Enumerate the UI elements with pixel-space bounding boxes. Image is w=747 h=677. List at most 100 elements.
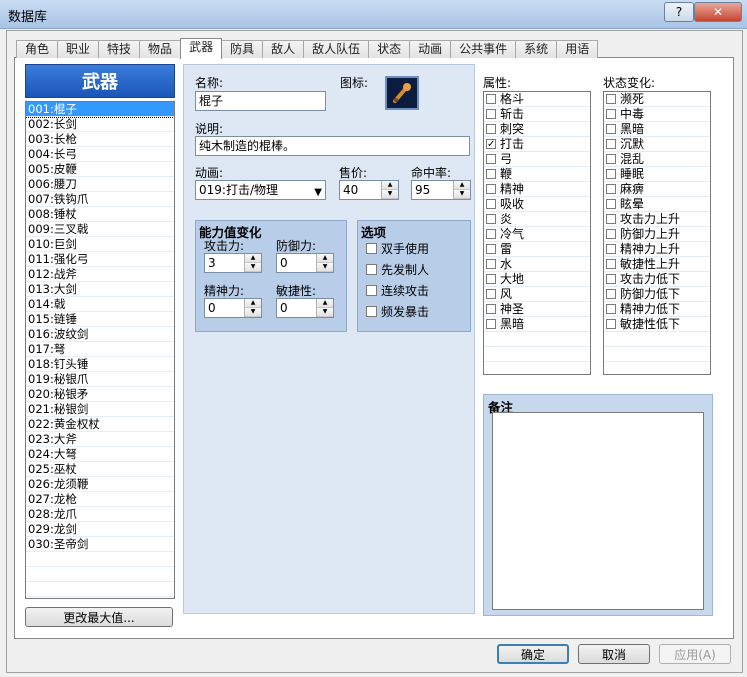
list-item[interactable]: 029:龙剑	[26, 522, 174, 537]
tab-4[interactable]: 武器	[180, 38, 223, 59]
list-item[interactable]: 004:长弓	[26, 147, 174, 162]
list-item[interactable]: 024:大弩	[26, 447, 174, 462]
check-list-item[interactable]: 黑暗	[604, 122, 710, 137]
checkbox-icon[interactable]	[606, 199, 616, 209]
spin-down-icon[interactable]: ▼	[317, 308, 333, 317]
checkbox-icon[interactable]	[606, 304, 616, 314]
tab-8[interactable]: 状态	[368, 40, 411, 58]
checkbox-icon[interactable]	[606, 154, 616, 164]
list-item[interactable]: 016:波纹剑	[26, 327, 174, 342]
list-item[interactable]: 020:秘银矛	[26, 387, 174, 402]
list-item[interactable]: 001:棍子	[26, 102, 174, 118]
tab-10[interactable]: 公共事件	[450, 40, 517, 58]
checkbox-icon[interactable]	[606, 319, 616, 329]
checkbox-icon[interactable]	[486, 184, 496, 194]
list-item[interactable]: 012:战斧	[26, 267, 174, 282]
checkbox-icon[interactable]	[486, 244, 496, 254]
checkbox-icon[interactable]	[486, 229, 496, 239]
checkbox-icon[interactable]	[486, 94, 496, 104]
option-checkbox[interactable]: 双手使用	[366, 240, 466, 256]
checkbox-icon[interactable]	[366, 242, 377, 254]
close-button[interactable]: ✕	[694, 2, 742, 22]
ok-button[interactable]: 确定	[497, 644, 569, 664]
list-item[interactable]: 008:锤杖	[26, 207, 174, 222]
checkbox-icon[interactable]	[606, 109, 616, 119]
list-item[interactable]: 006:腰刀	[26, 177, 174, 192]
list-item[interactable]: 005:皮鞭	[26, 162, 174, 177]
list-item[interactable]: 003:长枪	[26, 132, 174, 147]
check-list-item[interactable]: 精神力上升	[604, 242, 710, 257]
change-max-button[interactable]: 更改最大值...	[25, 607, 173, 627]
check-list-item[interactable]: 神圣	[484, 302, 590, 317]
check-list-item[interactable]: 攻击力上升	[604, 212, 710, 227]
apply-button[interactable]: 应用(A)	[659, 644, 731, 664]
tab-12[interactable]: 用语	[556, 40, 599, 58]
tab-11[interactable]: 系统	[515, 40, 558, 58]
check-list-item[interactable]: 风	[484, 287, 590, 302]
list-item[interactable]: 018:钉头锤	[26, 357, 174, 372]
check-list-item[interactable]: 斩击	[484, 107, 590, 122]
check-list-item[interactable]: 格斗	[484, 92, 590, 107]
list-item[interactable]: 027:龙枪	[26, 492, 174, 507]
spin-down-icon[interactable]: ▼	[245, 308, 261, 317]
check-list-item[interactable]: 防御力低下	[604, 287, 710, 302]
option-checkbox[interactable]: 频发暴击	[366, 303, 466, 319]
checkbox-icon[interactable]	[486, 109, 496, 119]
tab-2[interactable]: 特技	[98, 40, 141, 58]
states-list[interactable]: 濒死 中毒 黑暗 沉默 混乱 睡眠 麻痹 眩晕 攻击力上升 防御力上升 精神力上升 敏捷性上升 攻击力低…	[603, 91, 711, 375]
list-item[interactable]: 015:链锤	[26, 312, 174, 327]
check-list-item[interactable]: 中毒	[604, 107, 710, 122]
checkbox-icon[interactable]	[366, 305, 377, 317]
list-item[interactable]: 010:巨剑	[26, 237, 174, 252]
checkmark-icon[interactable]: ✓	[486, 139, 496, 150]
checkbox-icon[interactable]	[486, 154, 496, 164]
checkbox-icon[interactable]	[486, 319, 496, 329]
checkbox-icon[interactable]	[486, 289, 496, 299]
list-item[interactable]: 022:黄金权杖	[26, 417, 174, 432]
spin-up-icon[interactable]: ▲	[317, 299, 333, 308]
check-list-item[interactable]: ✓ 打击	[484, 137, 590, 152]
notes-textarea[interactable]	[492, 412, 704, 610]
check-list-item[interactable]: 弓	[484, 152, 590, 167]
checkbox-icon[interactable]	[366, 263, 377, 275]
name-input[interactable]: 棍子	[195, 91, 326, 111]
spin-up-icon[interactable]: ▲	[382, 181, 398, 190]
tab-6[interactable]: 敌人	[262, 40, 305, 58]
option-checkbox[interactable]: 先发制人	[366, 261, 466, 277]
checkbox-icon[interactable]	[606, 289, 616, 299]
check-list-item[interactable]: 沉默	[604, 137, 710, 152]
spirit-stepper[interactable]: 0 ▲ ▼	[204, 298, 262, 318]
description-input[interactable]: 纯木制造的棍棒。	[195, 136, 470, 156]
tab-1[interactable]: 职业	[57, 40, 100, 58]
check-list-item[interactable]: 敏捷性上升	[604, 257, 710, 272]
list-item[interactable]: 017:弩	[26, 342, 174, 357]
checkbox-icon[interactable]	[606, 244, 616, 254]
list-item[interactable]: 028:龙爪	[26, 507, 174, 522]
check-list-item[interactable]: 大地	[484, 272, 590, 287]
check-list-item[interactable]: 防御力上升	[604, 227, 710, 242]
checkbox-icon[interactable]	[606, 169, 616, 179]
checkbox-icon[interactable]	[486, 304, 496, 314]
attributes-list[interactable]: 格斗 斩击 刺突 ✓ 打击弓鞭精神 吸收炎冷气雷水大地风神圣 黑暗	[483, 91, 591, 375]
spin-down-icon[interactable]: ▼	[245, 263, 261, 272]
weapon-list[interactable]: 001:棍子 002:长剑 003:长枪 004:长弓 005:皮鞭 006:腰刀 007:…	[25, 101, 175, 599]
spin-down-icon[interactable]: ▼	[454, 190, 470, 199]
check-list-item[interactable]: 麻痹	[604, 182, 710, 197]
check-list-item[interactable]: 精神	[484, 182, 590, 197]
check-list-item[interactable]: 精神力低下	[604, 302, 710, 317]
attack-stepper[interactable]: 3 ▲ ▼	[204, 253, 262, 273]
check-list-item[interactable]: 吸收	[484, 197, 590, 212]
tab-0[interactable]: 角色	[16, 40, 59, 58]
checkbox-icon[interactable]	[606, 139, 616, 149]
check-list-item[interactable]: 鞭	[484, 167, 590, 182]
list-item[interactable]: 030:圣帝剑	[26, 537, 174, 552]
check-list-item[interactable]: 炎	[484, 212, 590, 227]
check-list-item[interactable]: 刺突	[484, 122, 590, 137]
checkbox-icon[interactable]	[606, 274, 616, 284]
spin-up-icon[interactable]: ▲	[454, 181, 470, 190]
list-item[interactable]: 007:铁钩爪	[26, 192, 174, 207]
spin-down-icon[interactable]: ▼	[317, 263, 333, 272]
checkbox-icon[interactable]	[486, 214, 496, 224]
tab-9[interactable]: 动画	[409, 40, 452, 58]
list-item[interactable]: 019:秘银爪	[26, 372, 174, 387]
